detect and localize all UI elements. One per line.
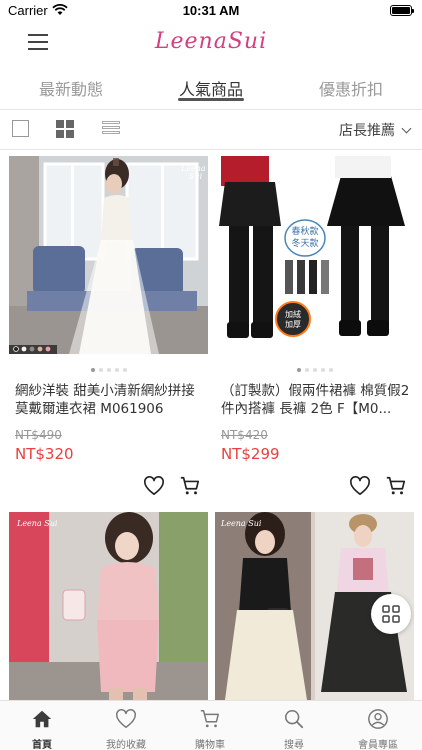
- product-name[interactable]: 網紗洋裝 甜美小清新網紗拼接莫戴爾連衣裙 M061906: [15, 382, 205, 418]
- product-image[interactable]: 春秋款 冬天款 加絨 加厚: [215, 156, 414, 354]
- heart-icon: [116, 709, 136, 728]
- sort-label: 店長推薦: [339, 123, 395, 139]
- heart-icon[interactable]: [349, 476, 371, 496]
- tab-latest[interactable]: 最新動態: [16, 76, 126, 100]
- user-icon: [368, 709, 388, 729]
- cart-icon[interactable]: [179, 475, 201, 497]
- watermark-logo: Leena Sui: [220, 519, 262, 528]
- search-icon: [284, 709, 304, 729]
- tab-popular[interactable]: 人氣商品: [156, 76, 266, 100]
- home-icon: [32, 710, 52, 728]
- chevron-down-icon: [401, 123, 412, 134]
- nav-member[interactable]: 會員專區: [336, 701, 420, 750]
- original-price: NT$490: [15, 428, 62, 442]
- nav-search[interactable]: 搜尋: [252, 701, 336, 750]
- active-tab-indicator: [178, 98, 244, 101]
- original-price: NT$420: [221, 428, 268, 442]
- battery-icon: [390, 5, 414, 16]
- product-image[interactable]: Leena Sui: [9, 512, 208, 700]
- product-card[interactable]: Leena Sui 網紗洋裝 甜美小清新網紗拼接莫戴爾連衣裙 M061906 N…: [9, 156, 208, 506]
- nav-member-label: 會員專區: [358, 740, 398, 750]
- nav-bar: LeenaSui: [0, 22, 422, 66]
- cart-icon: [200, 710, 219, 728]
- product-grid: Leena Sui 網紗洋裝 甜美小清新網紗拼接莫戴爾連衣裙 M061906 N…: [0, 150, 422, 700]
- sale-price: NT$320: [15, 445, 74, 463]
- category-tabs: 最新動態 人氣商品 優惠折扣: [0, 70, 422, 110]
- heart-icon[interactable]: [143, 476, 165, 496]
- image-pager: [9, 368, 208, 372]
- tab-discount[interactable]: 優惠折扣: [296, 76, 406, 100]
- watermark-logo: Leena Sui: [16, 519, 58, 528]
- single-view-icon[interactable]: [12, 120, 29, 137]
- product-card[interactable]: Leena Sui: [9, 512, 208, 700]
- nav-favorites-label: 我的收藏: [106, 740, 146, 750]
- nav-cart-label: 購物車: [195, 740, 225, 750]
- bottom-tab-bar: 首頁 我的收藏 購物車 搜尋 會員專區: [0, 700, 422, 750]
- nav-home[interactable]: 首頁: [0, 701, 84, 750]
- sale-price: NT$299: [221, 445, 280, 463]
- badge-text: 春秋款: [291, 225, 318, 237]
- brand-logo[interactable]: LeenaSui: [0, 29, 422, 54]
- cart-icon[interactable]: [385, 475, 407, 497]
- nav-home-label: 首頁: [32, 740, 52, 750]
- badge-text: 加厚: [285, 319, 301, 329]
- product-image[interactable]: Leena Sui: [9, 156, 208, 354]
- badge-text: 加絨: [285, 309, 301, 319]
- product-name[interactable]: （訂製款）假兩件裙褲 棉質假2件內搭褲 長褲 2色 F【M0...: [221, 382, 411, 418]
- grid-icon: [382, 605, 400, 623]
- image-pager: [215, 368, 414, 372]
- grid-view-icon[interactable]: [56, 120, 74, 138]
- view-toolbar: 店長推薦: [0, 110, 422, 150]
- sort-dropdown[interactable]: 店長推薦: [339, 120, 412, 140]
- nav-cart[interactable]: 購物車: [168, 701, 252, 750]
- product-card[interactable]: 春秋款 冬天款 加絨 加厚 （訂製款）假兩件裙褲 棉質假2件內搭褲 長褲 2色 …: [215, 156, 414, 506]
- view-switch-button[interactable]: [371, 594, 411, 634]
- list-view-icon[interactable]: [102, 121, 120, 137]
- svg-text:Sui: Sui: [189, 172, 203, 181]
- badge-text: 冬天款: [291, 237, 318, 249]
- status-bar: Carrier 10:31 AM: [0, 0, 422, 22]
- clock: 10:31 AM: [182, 3, 240, 18]
- nav-search-label: 搜尋: [284, 740, 304, 750]
- nav-favorites[interactable]: 我的收藏: [84, 701, 168, 750]
